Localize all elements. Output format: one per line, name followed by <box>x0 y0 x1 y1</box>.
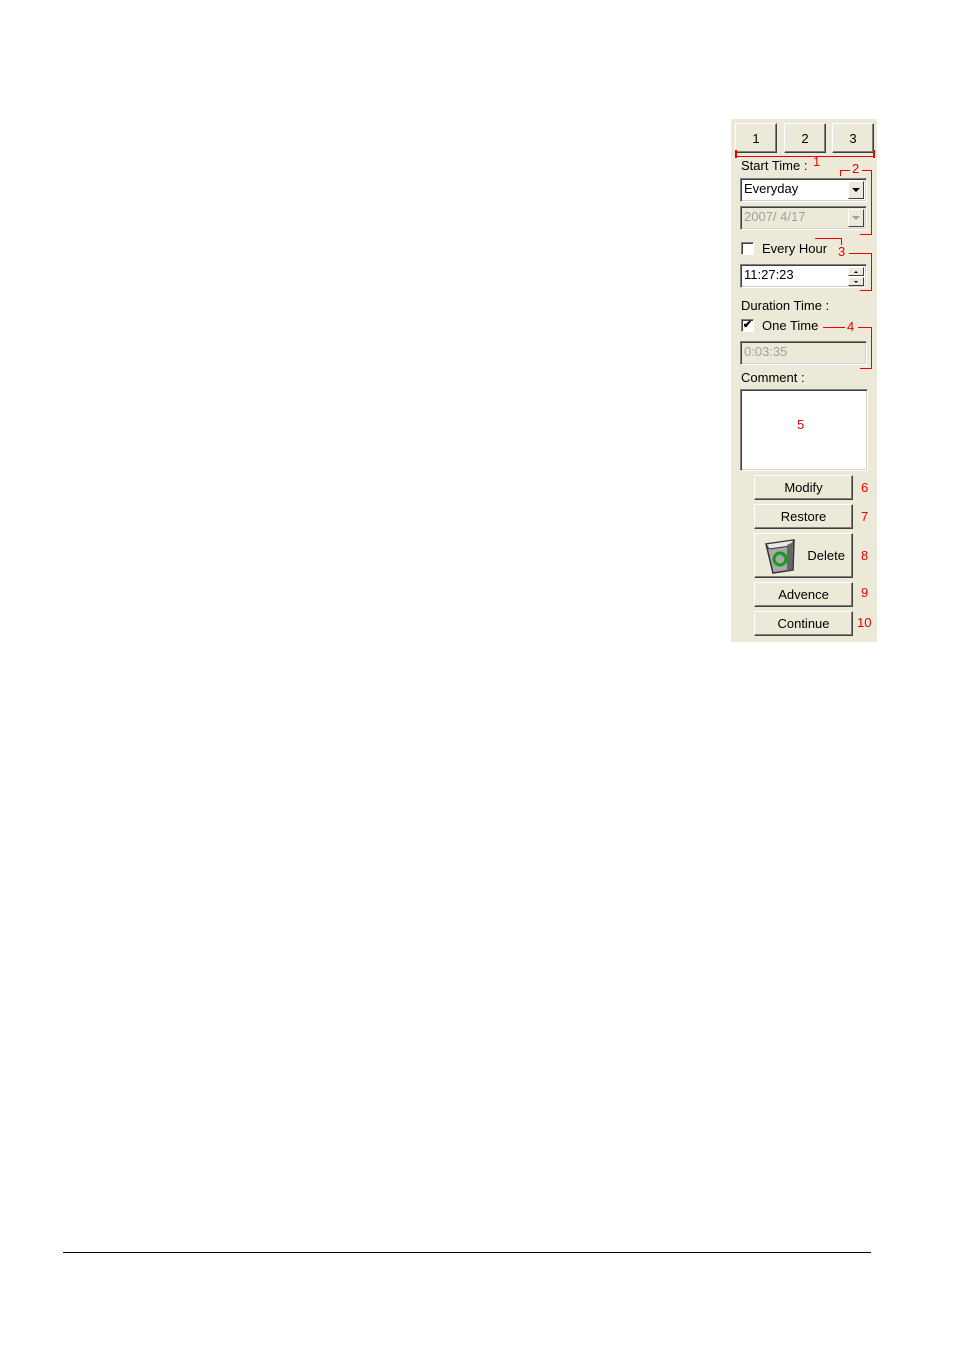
tab-2[interactable]: 2 <box>784 123 826 153</box>
duration-value: 0:03:35 <box>744 344 788 359</box>
tab-3-label: 3 <box>849 130 857 146</box>
callout-1: 1 <box>813 154 821 169</box>
chevron-down-icon[interactable] <box>848 181 864 199</box>
callout-4-vert <box>871 327 872 369</box>
start-mode-value: Everyday <box>744 181 799 196</box>
one-time-label: One Time <box>762 318 819 333</box>
callout-4: 4 <box>847 319 855 334</box>
start-date-select[interactable]: 2007/ 4/17 <box>740 206 867 230</box>
callout-4-line-r <box>858 327 872 328</box>
delete-button[interactable]: Delete <box>754 533 853 578</box>
delete-label: Delete <box>807 548 845 563</box>
tab-3[interactable]: 3 <box>832 123 874 153</box>
schedule-panel: 1 2 3 Start Time : Everyday 2007/ 4/17 E… <box>731 119 877 642</box>
spin-down-icon[interactable] <box>848 277 864 286</box>
callout-2-tick <box>840 170 841 176</box>
callout-2-line <box>840 170 850 171</box>
callout-5: 5 <box>797 417 805 432</box>
start-mode-select[interactable]: Everyday <box>740 178 867 202</box>
modify-button[interactable]: Modify <box>754 475 853 500</box>
start-time-label: Start Time : <box>741 158 808 173</box>
callout-1-bracket <box>735 156 875 157</box>
callout-2: 2 <box>852 161 860 176</box>
restore-label: Restore <box>780 509 827 524</box>
chevron-down-icon[interactable] <box>848 209 864 227</box>
callout-3-line <box>849 253 872 254</box>
modify-label: Modify <box>784 480 823 495</box>
callout-3-top <box>815 238 842 239</box>
one-time-checkbox[interactable]: ✔ <box>741 319 754 332</box>
start-date-value: 2007/ 4/17 <box>744 209 806 224</box>
restore-button[interactable]: Restore <box>754 504 853 529</box>
every-hour-label: Every Hour <box>762 241 828 256</box>
tab-1[interactable]: 1 <box>735 123 777 153</box>
continue-button[interactable]: Continue <box>754 611 853 636</box>
advence-button[interactable]: Advence <box>754 582 853 607</box>
callout-7: 7 <box>861 509 869 524</box>
callout-2-vert <box>871 170 872 234</box>
callout-3-vert <box>871 253 872 291</box>
callout-1-bracket-right <box>873 150 875 158</box>
callout-8: 8 <box>861 548 869 563</box>
callout-3: 3 <box>838 244 846 259</box>
footer-rule <box>63 1252 871 1253</box>
comment-label: Comment : <box>741 370 805 385</box>
duration-input[interactable]: 0:03:35 <box>740 341 867 365</box>
start-time-value: 11:27:23 <box>744 267 794 282</box>
callout-6: 6 <box>861 480 869 495</box>
callout-2-bottom <box>860 234 872 235</box>
advence-label: Advence <box>778 587 829 602</box>
recycle-bin-icon <box>765 538 795 574</box>
callout-10: 10 <box>857 615 872 630</box>
callout-9: 9 <box>861 585 869 600</box>
every-hour-checkbox[interactable] <box>741 242 754 255</box>
continue-label: Continue <box>777 616 830 631</box>
tab-2-label: 2 <box>801 130 809 146</box>
check-icon: ✔ <box>742 319 753 331</box>
tab-1-label: 1 <box>752 130 760 146</box>
callout-4-line <box>823 327 845 328</box>
start-time-input[interactable]: 11:27:23 <box>740 264 867 288</box>
callout-3-bottom <box>860 290 872 291</box>
duration-time-label: Duration Time : <box>741 298 830 313</box>
callout-4-bottom <box>860 368 872 369</box>
spin-up-icon[interactable] <box>848 267 864 276</box>
